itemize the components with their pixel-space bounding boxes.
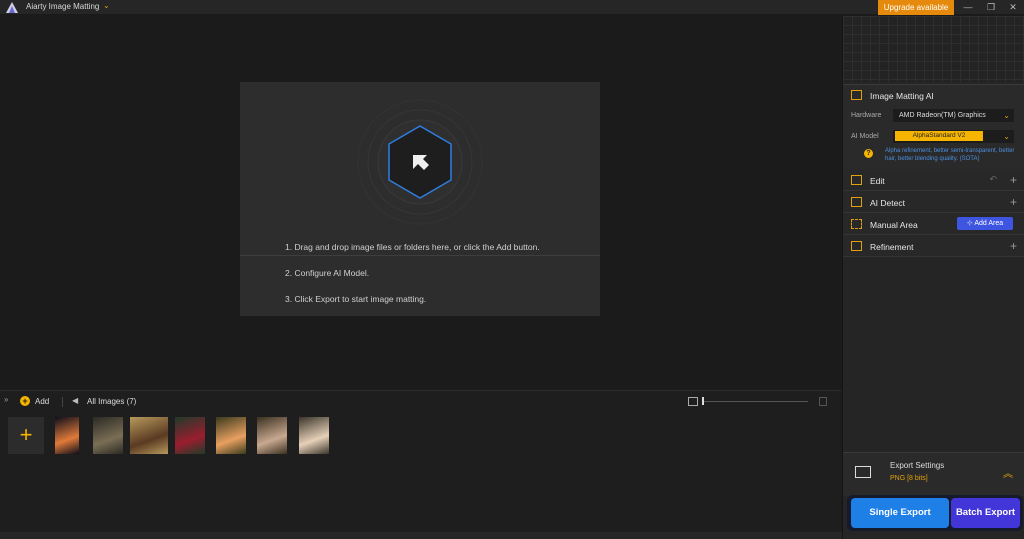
export-format: PNG [8 bits] [890,475,928,482]
minimize-button[interactable]: — [958,0,978,15]
upgrade-button[interactable]: Upgrade available [878,0,954,15]
ai-detect-icon [851,197,862,207]
hardware-value: AMD Radeon(TM) Graphics [899,112,986,119]
ai-detect-section[interactable]: AI Detect + [843,191,1024,213]
manual-area-icon [851,219,862,229]
thumbnail-size-icon [688,397,698,406]
instruction-step-3: 3. Click Export to start image matting. [285,294,427,304]
add-icon[interactable]: + [20,396,30,406]
refinement-section[interactable]: Refinement + [843,235,1024,257]
export-bar: Single Export Batch Export [847,495,1023,531]
separator [62,397,63,407]
thumbnail-strip: + [0,412,841,532]
instruction-step-1: 1. Drag and drop image files or folders … [285,242,540,252]
preview-grid [843,16,1024,82]
right-panel: Image Matting AI Hardware AMD Radeon(TM)… [842,16,1024,539]
model-description: Alpha refinement, better semi-transparen… [885,148,1015,162]
ai-model-value: AlphaStandard V2 [895,131,983,141]
export-settings-icon [855,466,871,478]
single-export-button[interactable]: Single Export [851,498,949,528]
image-matting-icon [851,90,862,100]
export-settings-panel[interactable]: Export Settings PNG [8 bits] ︽ [843,452,1024,496]
help-icon[interactable]: ? [864,149,873,158]
image-matting-ai-section: Image Matting AI Hardware AMD Radeon(TM)… [843,84,1024,170]
ai-model-select[interactable]: AlphaStandard V2 ⌄ [893,130,1014,143]
export-settings-title: Export Settings [890,461,945,470]
plus-icon[interactable]: + [1010,195,1017,209]
edit-icon [851,175,862,185]
edit-label: Edit [870,176,885,186]
all-images-label[interactable]: All Images (7) [87,397,136,406]
hardware-label: Hardware [851,112,882,119]
thumbnail-jellyfish[interactable] [55,417,79,454]
collapse-icon[interactable]: » [4,395,8,404]
image-canvas[interactable]: 1. Drag and drop image files or folders … [0,16,841,390]
title-bar: Aiarty Image Matting ⌄ Upgrade available… [0,0,1024,15]
plus-icon[interactable]: + [1010,173,1017,187]
app-title: Aiarty Image Matting [26,2,100,11]
add-image-tile[interactable]: + [8,417,44,454]
refinement-icon [851,241,862,251]
edit-section[interactable]: Edit ↶ + [843,169,1024,191]
chevron-down-icon[interactable]: ⌄ [103,1,110,10]
maximize-button[interactable]: ❐ [981,0,1001,15]
ai-detect-label: AI Detect [870,198,905,208]
expand-up-icon[interactable]: ︽ [1003,465,1013,480]
thumbnail-dragon[interactable] [93,417,123,454]
add-area-label: Add Area [974,220,1004,227]
instruction-step-2: 2. Configure AI Model. [285,268,370,278]
manual-area-label: Manual Area [870,220,918,230]
add-files-hexagon-icon[interactable] [357,99,483,225]
plus-icon[interactable]: + [1010,239,1017,253]
undo-icon[interactable]: ↶ [989,174,997,185]
hardware-select[interactable]: AMD Radeon(TM) Graphics ⌄ [893,109,1014,122]
app-logo-icon [6,2,18,13]
trash-icon[interactable] [819,397,827,406]
refinement-label: Refinement [870,242,914,252]
add-button-label[interactable]: Add [35,397,49,406]
divider [240,255,600,256]
ai-model-label: AI Model [851,133,879,140]
image-strip-toolbar: » + Add ◀ All Images (7) [0,390,841,412]
slider-handle[interactable] [702,397,704,405]
chevron-down-icon: ⌄ [1003,111,1010,120]
status-bar [0,532,842,539]
add-area-button[interactable]: ⊹ Add Area [957,217,1013,230]
thumbnail-woman-flowers-1[interactable] [216,417,246,454]
manual-area-section[interactable]: Manual Area ⊹ Add Area [843,213,1024,235]
close-button[interactable]: ✕ [1003,0,1023,15]
batch-export-button[interactable]: Batch Export [951,498,1020,528]
back-arrow-icon[interactable]: ◀ [72,396,78,405]
thumbnail-bicycle[interactable] [130,417,168,454]
chevron-down-icon: ⌄ [1003,132,1010,141]
section-title: Image Matting AI [870,91,934,101]
thumbnail-size-slider[interactable] [703,401,808,402]
thumbnail-woman-red-dress[interactable] [175,417,205,454]
drop-zone[interactable]: 1. Drag and drop image files or folders … [240,82,600,316]
thumbnail-woman-flowers-3[interactable] [299,417,329,454]
thumbnail-woman-flowers-2[interactable] [257,417,287,454]
